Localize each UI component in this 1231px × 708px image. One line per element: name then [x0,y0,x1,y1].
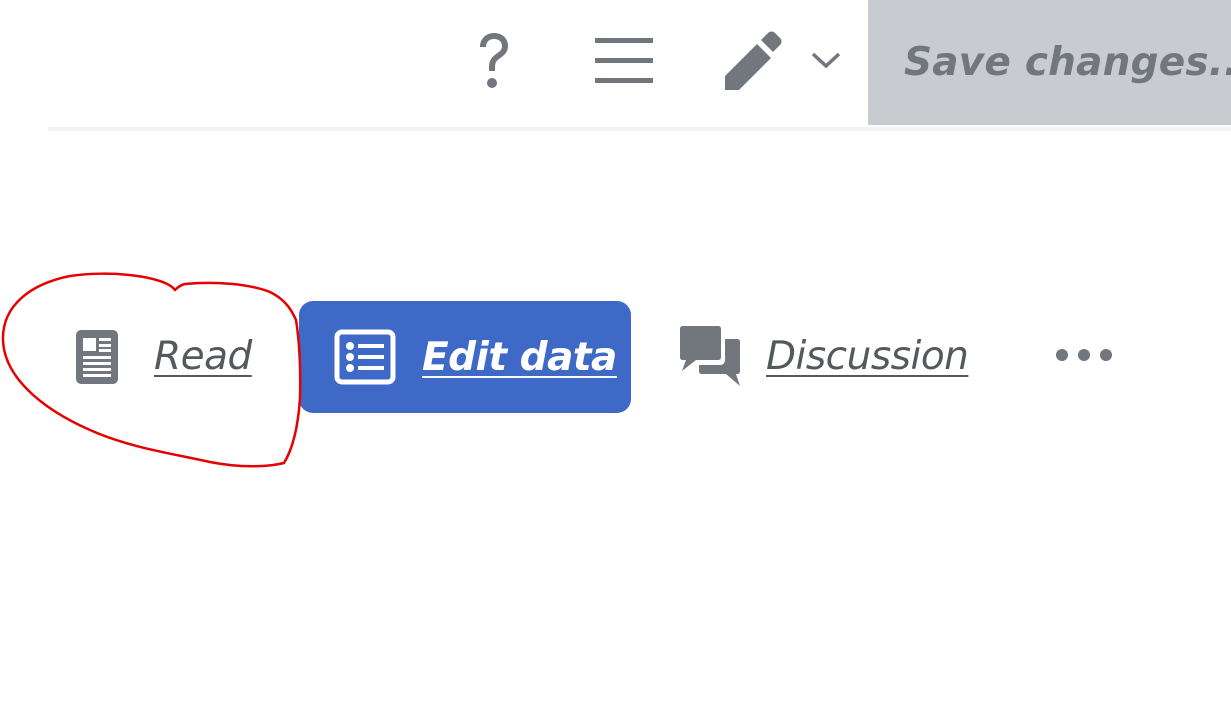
page: Save changes... Read Edit data Discussio… [0,0,1231,708]
tab-discussion[interactable]: Discussion [678,324,969,388]
speech-bubbles-icon [680,326,740,386]
help-icon [480,33,508,88]
top-toolbar: Save changes... [0,0,1231,125]
ellipsis-icon [1056,349,1112,361]
save-changes-button[interactable]: Save changes... [868,0,1231,125]
document-icon [76,330,118,384]
list-icon [334,329,396,385]
tab-read-label: Read [154,333,252,379]
help-button[interactable] [462,25,526,97]
tab-edit-data-label: Edit data [422,334,617,380]
tab-discussion-label: Discussion [766,333,969,379]
more-actions-button[interactable] [1052,340,1116,370]
edit-mode-dropdown[interactable] [806,40,846,80]
tab-read[interactable]: Read [74,324,252,388]
toolbar-divider [48,127,1231,131]
chevron-down-icon [811,52,841,69]
edit-mode-button[interactable] [716,25,788,97]
save-changes-label: Save changes... [904,40,1231,85]
tab-edit-data[interactable]: Edit data [299,301,631,413]
view-tabs: Read Edit data Discussion [0,270,1231,470]
main-menu-button[interactable] [588,28,660,94]
hamburger-menu-icon [595,38,653,83]
pencil-icon [725,31,782,90]
